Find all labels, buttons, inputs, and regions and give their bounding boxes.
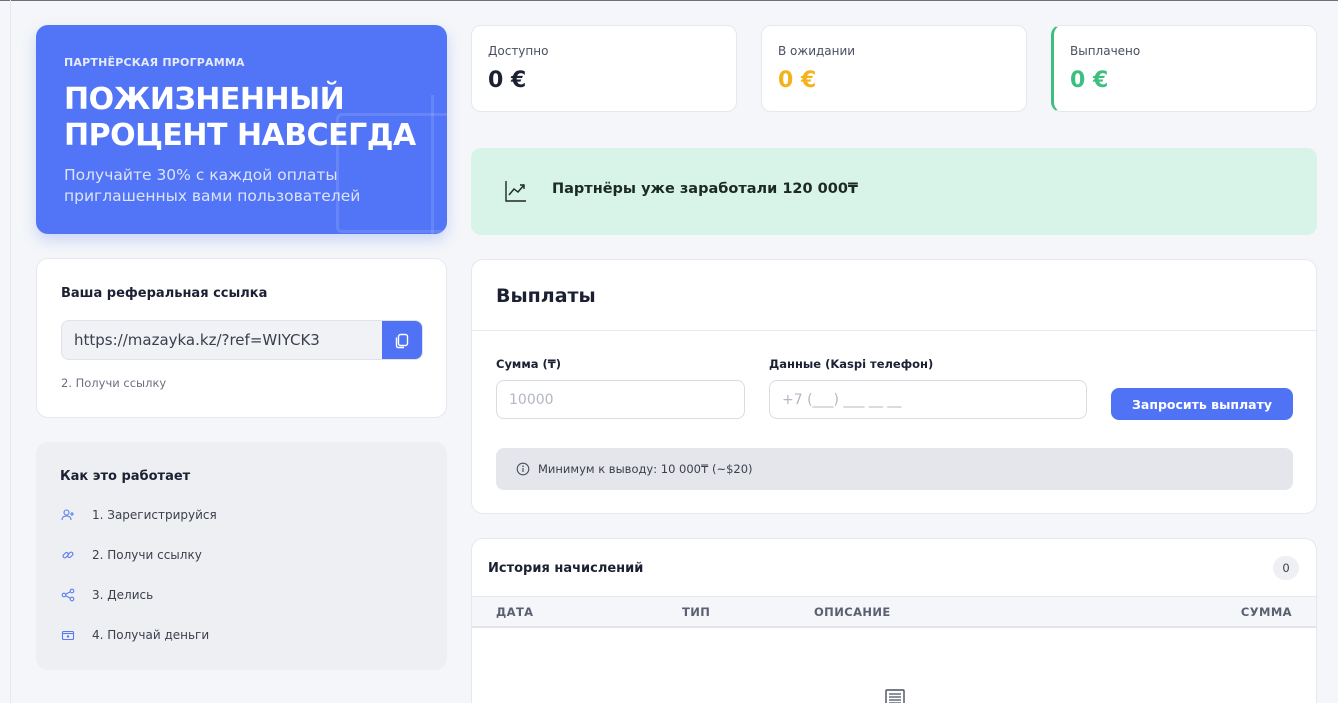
payouts-title: Выплаты (496, 285, 596, 307)
wallet-icon (60, 627, 76, 643)
hero-title: ПОЖИЗНЕННЫЙ ПРОЦЕНТ НАВСЕГДА (64, 82, 416, 153)
phone-label: Данные (Kaspi телефон) (769, 357, 934, 371)
step-text: 2. Получи ссылку (92, 548, 202, 562)
trending-up-icon (505, 181, 526, 202)
user-plus-icon (60, 507, 76, 523)
hero-kicker: ПАРТНЁРСКАЯ ПРОГРАММА (64, 56, 245, 69)
top-border (0, 0, 1338, 1)
column-type: ТИП (682, 605, 711, 619)
column-date: ДАТА (496, 605, 534, 619)
step-share: 3. Делись (60, 585, 153, 605)
payouts-card: Выплаты Сумма (₸) Данные (Kaspi телефон)… (471, 259, 1317, 514)
column-description: ОПИСАНИЕ (814, 605, 891, 619)
referral-hint: 2. Получи ссылку (61, 376, 167, 390)
step-text: 4. Получай деньги (92, 628, 210, 642)
link-icon (60, 547, 76, 563)
copy-button[interactable] (382, 321, 422, 359)
history-count-badge: 0 (1273, 556, 1299, 580)
column-amount: СУММА (1240, 605, 1292, 619)
how-it-works: Как это работает 1. Зарегистрируйся 2. П… (36, 442, 447, 670)
step-text: 3. Делись (92, 588, 154, 602)
how-title: Как это работает (60, 469, 191, 484)
stat-pending: В ожидании 0 € (761, 25, 1027, 112)
sidebar-edge (10, 0, 11, 703)
step-register: 1. Зарегистрируйся (60, 505, 217, 525)
hero-banner: ПАРТНЁРСКАЯ ПРОГРАММА ПОЖИЗНЕННЫЙ ПРОЦЕН… (36, 25, 447, 234)
step-get-money: 4. Получай деньги (60, 625, 209, 645)
amount-label: Сумма (₸) (496, 357, 562, 371)
minimum-text: Минимум к выводу: 10 000₸ (~$20) (538, 462, 753, 476)
history-card: История начислений 0 ДАТА ТИП ОПИСАНИЕ С… (471, 538, 1317, 703)
step-get-link: 2. Получи ссылку (60, 545, 202, 565)
divider (472, 330, 1316, 331)
amount-input[interactable] (496, 380, 745, 419)
stat-label: В ожидании (778, 44, 856, 58)
info-icon (516, 462, 530, 476)
minimum-notice: Минимум к выводу: 10 000₸ (~$20) (496, 448, 1293, 490)
referral-card: Ваша реферальная ссылка https://mazayka.… (36, 258, 447, 418)
stat-value: 0 € (488, 68, 527, 93)
step-text: 1. Зарегистрируйся (92, 508, 217, 522)
referral-link-box[interactable]: https://mazayka.kz/?ref=WIYCK3 (61, 320, 423, 360)
share-icon (60, 587, 76, 603)
history-title: История начислений (488, 561, 644, 576)
earnings-text: Партнёры уже заработали 120 000₸ (552, 181, 859, 197)
referral-title: Ваша реферальная ссылка (61, 286, 268, 301)
stat-label: Выплачено (1070, 44, 1141, 58)
hero-subtitle: Получайте 30% с каждой оплаты приглашенн… (64, 166, 361, 205)
stat-label: Доступно (488, 44, 549, 58)
phone-input[interactable] (769, 380, 1087, 419)
request-payout-button[interactable]: Запросить выплату (1111, 388, 1293, 420)
copy-icon (395, 333, 409, 349)
stat-paid: Выплачено 0 € (1051, 25, 1317, 112)
stat-available: Доступно 0 € (471, 25, 737, 112)
stat-value: 0 € (778, 68, 817, 93)
receipt-icon (885, 689, 905, 703)
referral-url[interactable]: https://mazayka.kz/?ref=WIYCK3 (74, 331, 320, 349)
stat-value: 0 € (1070, 68, 1109, 93)
history-table-header: ДАТА ТИП ОПИСАНИЕ СУММА (472, 596, 1316, 628)
earnings-banner: Партнёры уже заработали 120 000₸ (471, 148, 1317, 235)
